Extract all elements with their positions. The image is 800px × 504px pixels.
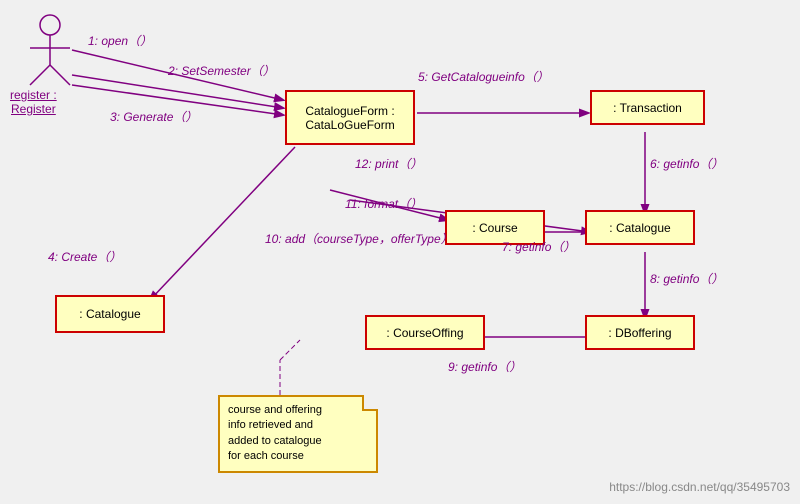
note-box: course and offeringinfo retrieved andadd…: [218, 395, 378, 473]
catalogue-form-label: CatalogueForm :CataLoGueForm: [305, 104, 394, 132]
transaction-box[interactable]: : Transaction: [590, 90, 705, 125]
catalogue-top-box[interactable]: : Catalogue: [585, 210, 695, 245]
label-5: 5: GetCatalogueinfo（）: [418, 68, 549, 85]
label-9: 9: getinfo（）: [448, 358, 521, 375]
label-3: 3: Generate（）: [110, 108, 197, 125]
catalogue-bottom-label: : Catalogue: [79, 307, 140, 321]
label-10: 10: add（courseType，offerType）: [265, 230, 453, 247]
label-6: 6: getinfo（）: [650, 155, 723, 172]
diagram-container: register :Register CatalogueForm :CataLo…: [0, 0, 800, 504]
note-text: course and offeringinfo retrieved andadd…: [228, 404, 322, 462]
transaction-label: : Transaction: [613, 101, 682, 115]
label-7: 7: getinfo（）: [502, 238, 575, 255]
dboffering-box[interactable]: : DBoffering: [585, 315, 695, 350]
label-8: 8: getinfo（）: [650, 270, 723, 287]
catalogue-form-box[interactable]: CatalogueForm :CataLoGueForm: [285, 90, 415, 145]
actor-name: register :Register: [10, 88, 57, 116]
course-label: : Course: [472, 221, 517, 235]
dboffering-label: : DBoffering: [608, 326, 671, 340]
label-11: 11: format（）: [345, 195, 422, 212]
label-2: 2: SetSemester（）: [168, 62, 275, 79]
catalogue-bottom-box[interactable]: : Catalogue: [55, 295, 165, 333]
label-12: 12: print（）: [355, 155, 422, 172]
catalogue-top-label: : Catalogue: [609, 221, 670, 235]
label-1: 1: open（）: [88, 32, 152, 49]
course-offing-box[interactable]: : CourseOffing: [365, 315, 485, 350]
watermark: https://blog.csdn.net/qq/35495703: [609, 480, 790, 494]
label-4: 4: Create（）: [48, 248, 121, 265]
course-offing-label: : CourseOffing: [386, 326, 463, 340]
